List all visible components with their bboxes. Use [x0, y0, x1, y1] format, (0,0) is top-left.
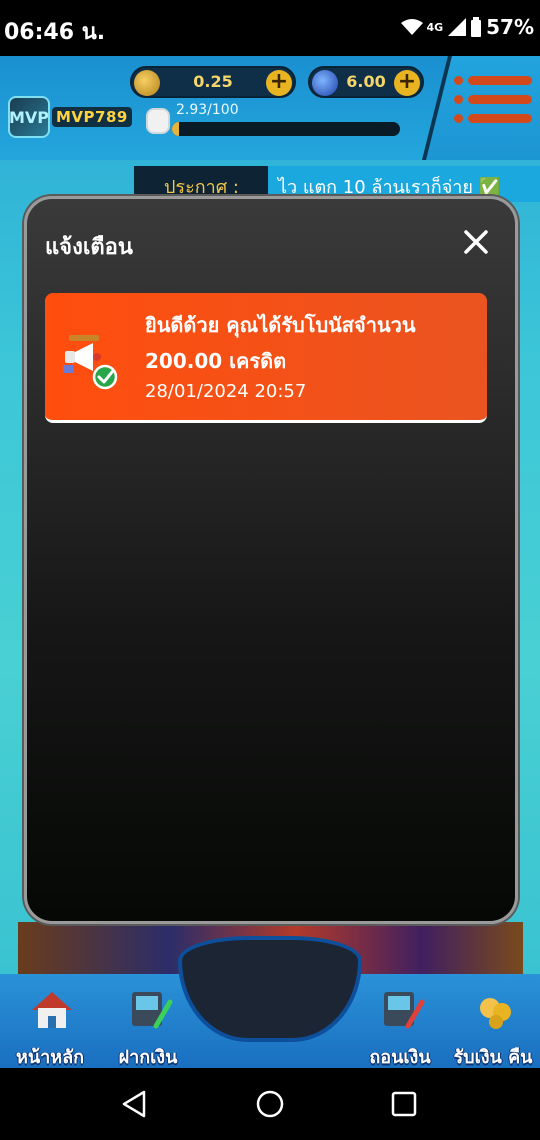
- home-icon: [28, 988, 76, 1032]
- logo-mark: MVP: [8, 96, 50, 138]
- notification-card[interactable]: ยินดีด้วย คุณได้รับโบนัสจำนวน 200.00 เคร…: [45, 293, 487, 423]
- system-navigation-bar: [0, 1068, 540, 1140]
- square-recents-icon: [391, 1091, 417, 1117]
- network-type: 4G: [426, 20, 444, 34]
- status-indicators: 4G 57%: [401, 15, 534, 39]
- notification-datetime: 28/01/2024 20:57: [145, 381, 307, 402]
- deposit-icon: [126, 988, 174, 1032]
- battery-percent: 57%: [486, 15, 534, 39]
- xp-text: 2.93/100: [176, 102, 239, 118]
- battery-icon: [471, 17, 482, 37]
- nav-withdraw-label: ถอนเงิน: [369, 1047, 431, 1068]
- logo[interactable]: MVP MVP789: [8, 96, 132, 138]
- notification-modal: แจ้งเตือน ยินดีด้วย คุณได้รับโบนัสจำนวน: [24, 196, 518, 924]
- megaphone-check-icon: [59, 329, 121, 393]
- status-bar: 06:46 น. 4G 57%: [0, 0, 540, 56]
- nav-home-label: หน้าหลัก: [15, 1047, 85, 1068]
- notification-amount: 200.00 เครดิต: [145, 349, 287, 373]
- logo-text: MVP789: [52, 107, 132, 127]
- status-time: 06:46 น.: [4, 20, 106, 45]
- nav-cashback[interactable]: รับเงิน คืน: [446, 974, 540, 1068]
- coin-balance: 0.25 +: [130, 66, 296, 98]
- hamburger-icon[interactable]: [454, 76, 532, 133]
- modal-title: แจ้งเตือน: [45, 235, 133, 260]
- circle-home-icon: [256, 1090, 284, 1118]
- close-icon: [464, 230, 488, 254]
- xp-progress-bar: [172, 122, 400, 136]
- back-button[interactable]: [118, 1088, 150, 1120]
- app-header: MVP MVP789 0.25 + 6.00 + 2.93/100: [0, 56, 540, 160]
- gem-balance: 6.00 +: [308, 66, 424, 98]
- withdraw-icon: [378, 988, 426, 1032]
- add-coin-button[interactable]: +: [266, 70, 292, 96]
- nav-withdraw[interactable]: ถอนเงิน: [350, 974, 450, 1068]
- back-icon: [122, 1090, 146, 1118]
- close-button[interactable]: [463, 229, 489, 255]
- home-system-button[interactable]: [254, 1088, 286, 1120]
- wifi-icon: [401, 19, 424, 35]
- menu-line: [454, 95, 532, 104]
- phone-screen: 06:46 น. 4G 57% MVP MVP789 0.25 + 6.00 +…: [0, 0, 540, 1140]
- cashback-icon: [470, 988, 518, 1032]
- avatar[interactable]: [146, 108, 170, 134]
- recents-button[interactable]: [388, 1088, 420, 1120]
- nav-deposit-label: ฝากเงิน: [118, 1047, 178, 1068]
- notification-title: ยินดีด้วย คุณได้รับโบนัสจำนวน: [145, 313, 416, 337]
- menu-line: [454, 114, 532, 123]
- xp-progress-fill: [172, 122, 179, 136]
- add-gem-button[interactable]: +: [394, 70, 420, 96]
- menu-line: [454, 76, 532, 85]
- nav-cashback-label: รับเงิน คืน: [453, 1047, 533, 1068]
- nav-home[interactable]: หน้าหลัก: [0, 974, 100, 1068]
- signal-icon: [448, 18, 467, 36]
